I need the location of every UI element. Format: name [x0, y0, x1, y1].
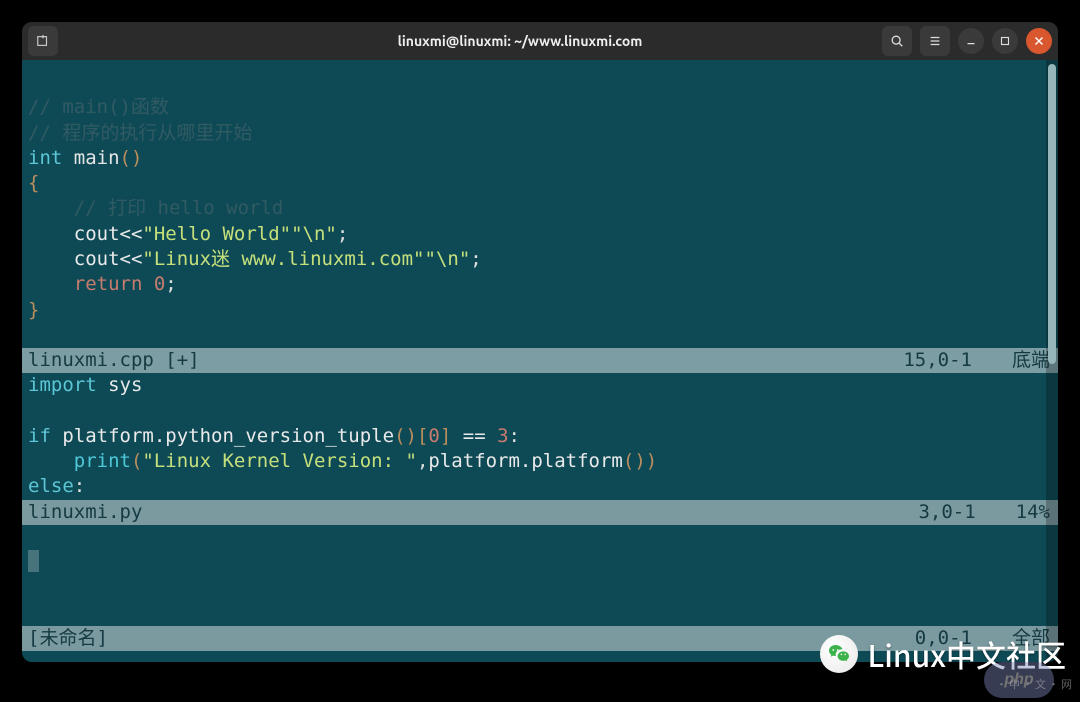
code-line: { [22, 171, 1058, 196]
code-line: else: [22, 474, 1058, 499]
terminal-window: linuxmi@linuxmi: ~/www.linuxmi.com [22, 22, 1058, 662]
minimize-icon [964, 34, 978, 48]
new-tab-button[interactable] [28, 26, 58, 56]
vertical-scrollbar[interactable] [1046, 60, 1058, 662]
code-line: } [22, 298, 1058, 323]
status-position: 3,0-1 [918, 500, 1015, 525]
window-title: linuxmi@linuxmi: ~/www.linuxmi.com [188, 33, 852, 49]
vim-status-cpp: linuxmi.cpp [+] 15,0-1 底端 [22, 348, 1058, 373]
code-line: print("Linux Kernel Version: ",platform.… [22, 449, 1058, 474]
code-line: cout<<"Linux迷 www.linuxmi.com""\n"; [22, 247, 1058, 272]
status-filename: linuxmi.cpp [+] [28, 348, 200, 373]
code-comment: // 打印 hello world [22, 196, 1058, 221]
terminal-body[interactable]: // main()函数 // 程序的执行从哪里开始 int main() { /… [22, 60, 1058, 662]
status-position: 15,0-1 [903, 348, 1012, 373]
cursor-line [22, 550, 1058, 575]
code-line: return 0; [22, 272, 1058, 297]
close-icon [1032, 34, 1046, 48]
cursor [28, 550, 39, 572]
code-comment: // main()函数 [22, 95, 1058, 120]
code-line: import sys [22, 373, 1058, 398]
status-filename: linuxmi.py [28, 500, 142, 525]
new-tab-icon [36, 34, 50, 48]
titlebar: linuxmi@linuxmi: ~/www.linuxmi.com [22, 22, 1058, 60]
minimize-button[interactable] [958, 28, 984, 54]
vim-pane-python: import sys if platform.python_version_tu… [22, 373, 1058, 524]
hamburger-icon [928, 34, 942, 48]
maximize-button[interactable] [992, 28, 1018, 54]
maximize-icon [998, 34, 1012, 48]
vim-status-python: linuxmi.py 3,0-1 14% [22, 500, 1058, 525]
search-button[interactable] [882, 26, 912, 56]
menu-button[interactable] [920, 26, 950, 56]
wechat-icon [820, 635, 858, 673]
status-filename: [未命名] [28, 626, 108, 651]
code-line: if platform.python_version_tuple()[0] ==… [22, 424, 1058, 449]
cn-label: ・中・文・网 [996, 676, 1074, 692]
vim-pane-cpp: // main()函数 // 程序的执行从哪里开始 int main() { /… [22, 70, 1058, 373]
close-button[interactable] [1026, 28, 1052, 54]
scrollbar-thumb[interactable] [1048, 64, 1056, 364]
search-icon [890, 34, 904, 48]
code-line: cout<<"Hello World""\n"; [22, 222, 1058, 247]
code-comment: // 程序的执行从哪里开始 [22, 121, 1058, 146]
code-line: int main() [22, 146, 1058, 171]
